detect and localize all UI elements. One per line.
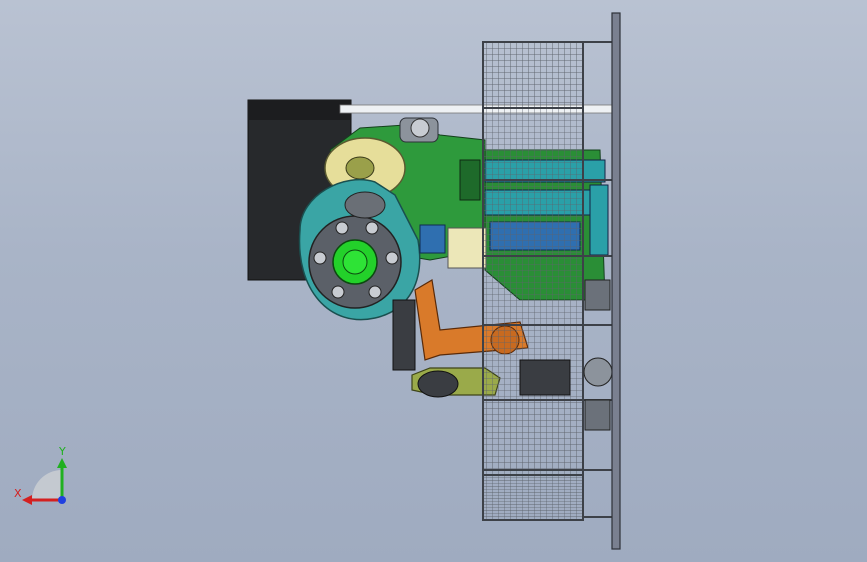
x-axis-arrow-icon	[22, 495, 32, 505]
cad-viewport[interactable]: Y X	[0, 0, 867, 562]
model-drawing[interactable]: Y X	[0, 0, 867, 562]
orientation-triad: Y X	[14, 445, 67, 505]
base-plate[interactable]	[611, 12, 621, 550]
y-axis-arrow-icon	[57, 458, 67, 468]
blue-cover[interactable]	[419, 224, 446, 254]
beige-cylinder[interactable]	[447, 227, 487, 269]
y-axis-label: Y	[58, 445, 66, 458]
top-motor[interactable]	[399, 117, 439, 143]
z-axis-dot-icon	[58, 496, 66, 504]
x-axis-label: X	[14, 487, 22, 500]
